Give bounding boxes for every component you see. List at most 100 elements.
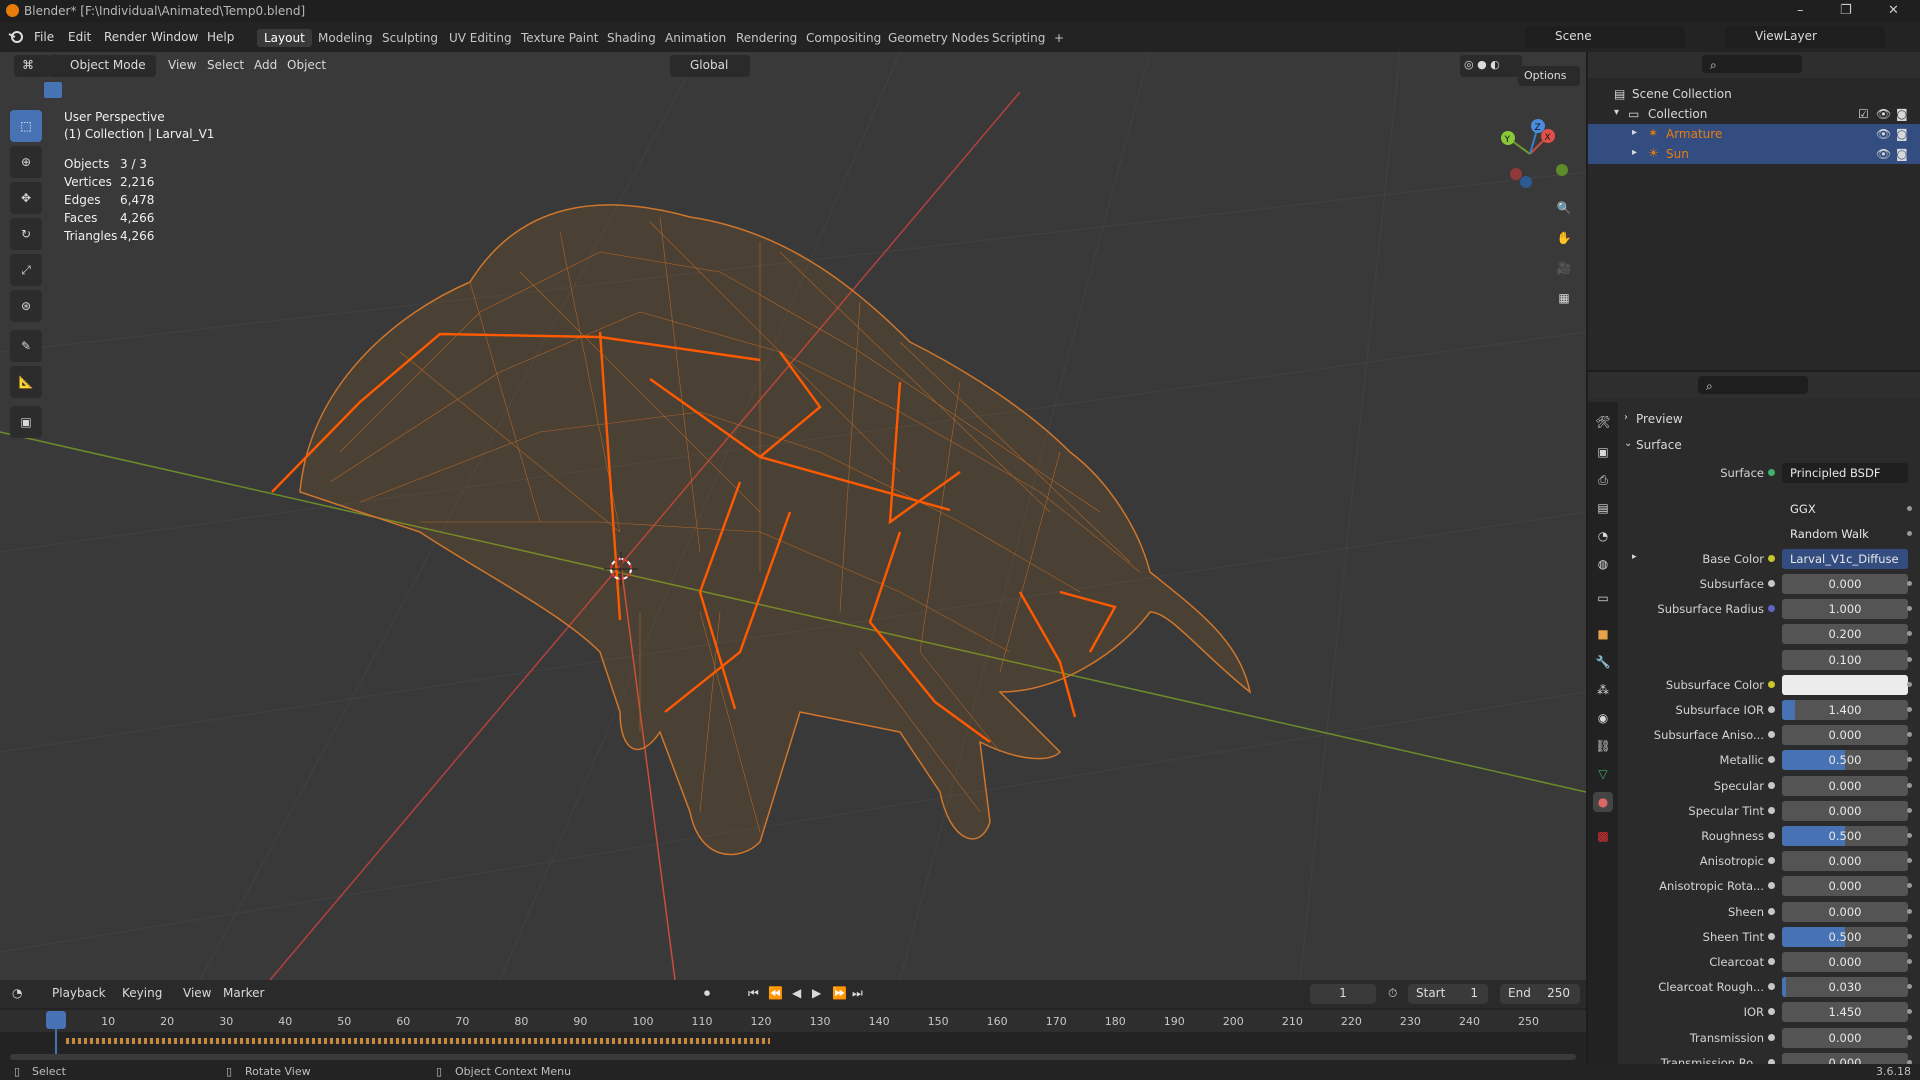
tab-render[interactable]: ▣ [1593,442,1613,462]
select-new-icon[interactable] [44,82,62,98]
select-box-tool[interactable]: ⬚ [10,110,42,142]
tab-rendering[interactable]: Rendering [729,29,804,47]
tab-tool[interactable]: 🛠 [1593,412,1613,432]
tab-shading[interactable]: Shading [600,29,663,47]
keyframe-dot[interactable] [1907,757,1912,763]
keyframe-dot[interactable] [1907,606,1912,612]
tab-output[interactable]: ⎙ [1593,470,1613,490]
prop-value-field[interactable]: 0.000 [1782,901,1908,922]
camera-render-icon[interactable]: ◙ [1896,127,1908,141]
keyframe-dot[interactable] [1907,984,1912,990]
jump-end-icon[interactable]: ⏭ [852,986,863,1001]
prop-value-field[interactable]: 0.000 [1782,725,1908,746]
larva-wireframe[interactable] [299,204,1252,856]
ortho-toggle-button[interactable]: ▦ [1550,284,1578,312]
mode-selector[interactable]: Object Mode [48,55,156,77]
timeline-menu-keying[interactable]: Keying [122,986,162,1000]
select-intersect-icon[interactable] [122,82,140,98]
tab-material[interactable]: ● [1593,792,1613,812]
keyframe-dot[interactable] [1907,883,1912,889]
blender-menu-icon[interactable] [8,29,24,45]
tab-constraints[interactable]: ⛓ [1593,736,1613,756]
measure-tool[interactable]: 📐 [10,366,42,398]
prop-value-field[interactable]: 0.000 [1782,775,1908,796]
prop-value-field[interactable]: 0.030 [1782,977,1908,998]
tab-physics[interactable]: ◉ [1593,708,1613,728]
next-keyframe-icon[interactable]: ⏩ [832,986,847,1000]
tab-modifiers[interactable]: 🔧 [1593,652,1613,672]
tab-scene[interactable]: ◔ [1593,526,1613,546]
subsurface-method-dropdown[interactable]: Random Walk [1782,524,1908,544]
base-color-texture-field[interactable]: Larval_V1c_Diffuse [1782,549,1908,569]
playhead[interactable] [46,1011,66,1029]
scale-tool[interactable]: ⤢ [10,254,42,286]
chevron-right-icon[interactable]: ▸ [1632,127,1637,138]
minimize-button[interactable]: – [1797,3,1804,18]
prop-value-field[interactable] [1782,674,1908,695]
outliner-collection[interactable]: ▾ ▭ Collection ☑ 👁 ◙ [1588,104,1920,124]
prop-value-field[interactable]: 0.500 [1782,826,1908,846]
tab-sculpting[interactable]: Sculpting [375,29,445,47]
menu-help[interactable]: Help [207,30,234,44]
orientation-selector[interactable]: Global [670,55,750,77]
tab-texture[interactable]: ▩ [1593,826,1613,846]
outliner-scene-collection[interactable]: ▤ Scene Collection [1588,84,1920,104]
tab-texture-paint[interactable]: Texture Paint [514,29,605,47]
3d-viewport[interactable]: ⌘ Object Mode View Select Add Object Glo… [0,52,1586,980]
menu-window[interactable]: Window [151,30,198,44]
prop-value-field[interactable]: 0.500 [1782,926,1908,947]
keyframe-dot[interactable] [1907,833,1912,838]
keyframe-dot[interactable] [1907,581,1912,586]
end-frame-field[interactable]: End 250 [1500,984,1580,1004]
tab-modeling[interactable]: Modeling [311,29,380,47]
keyframe-dot[interactable] [1907,807,1912,813]
prop-value-field[interactable]: 0.500 [1782,750,1908,771]
tab-data[interactable]: ▽ [1593,764,1613,784]
timeline-menu-view[interactable]: View [183,986,211,1000]
eye-icon[interactable]: 👁 [1876,147,1891,161]
add-cube-tool[interactable]: ▣ [10,406,42,438]
viewport-menu-add[interactable]: Add [254,58,277,72]
viewport-menu-view[interactable]: View [168,58,196,72]
keyframe-dot[interactable] [1907,782,1912,788]
keyframe-track[interactable] [66,1038,770,1044]
current-frame-field[interactable]: 1 [1310,984,1376,1004]
tab-view-layer[interactable]: ▤ [1593,498,1613,518]
preview-panel-header[interactable]: › Preview [1622,408,1920,430]
rotate-tool[interactable]: ↻ [10,218,42,250]
play-icon[interactable]: ▶ [812,986,821,1000]
prop-value-field[interactable]: 1.400 [1782,700,1908,720]
prop-value-field[interactable]: 0.000 [1782,952,1908,972]
keyframe-dot[interactable] [1907,933,1912,939]
tab-particles[interactable]: ⁂ [1593,680,1613,700]
outliner-item-armature[interactable]: ▸ ✶ Armature 👁 ◙ [1588,124,1920,144]
keyframe-dot[interactable] [1907,656,1912,662]
tab-animation[interactable]: Animation [658,29,733,47]
keyframe-dot[interactable] [1907,908,1912,914]
play-reverse-icon[interactable]: ◀ [792,986,801,1000]
start-frame-field[interactable]: Start 1 [1408,984,1488,1004]
tab-uv-editing[interactable]: UV Editing [442,29,519,47]
chevron-down-icon[interactable]: ▾ [1614,107,1619,118]
timeline-editor-icon[interactable]: ◔ [12,986,22,1000]
outliner-item-sun[interactable]: ▸ ☀ Sun 👁 ◙ [1588,144,1920,164]
add-workspace-button[interactable]: + [1047,29,1071,47]
options-button[interactable]: Options [1518,66,1580,86]
keyframe-dot[interactable] [1907,959,1912,964]
annotate-tool[interactable]: ✎ [10,330,42,362]
menu-render[interactable]: Render [104,30,147,44]
distribution-dropdown[interactable]: GGX [1782,499,1908,519]
keyframe-dot[interactable] [1907,707,1912,712]
keyframe-dot[interactable] [1907,732,1912,738]
prop-value-field[interactable]: 1.000 [1782,599,1908,620]
surface-shader-field[interactable]: Principled BSDF [1782,463,1908,483]
close-button[interactable]: ✕ [1888,3,1899,18]
camera-render-icon[interactable]: ◙ [1896,147,1908,161]
keyframe-dot[interactable] [1907,1034,1912,1040]
select-subtract-icon[interactable] [83,82,101,98]
camera-view-button[interactable]: 🎥 [1550,254,1578,282]
chevron-right-icon[interactable]: ▸ [1632,552,1637,562]
surface-panel-header[interactable]: ⌄ Surface [1622,434,1920,456]
chevron-right-icon[interactable]: ▸ [1632,147,1637,158]
prop-value-field[interactable]: 0.200 [1782,624,1908,645]
